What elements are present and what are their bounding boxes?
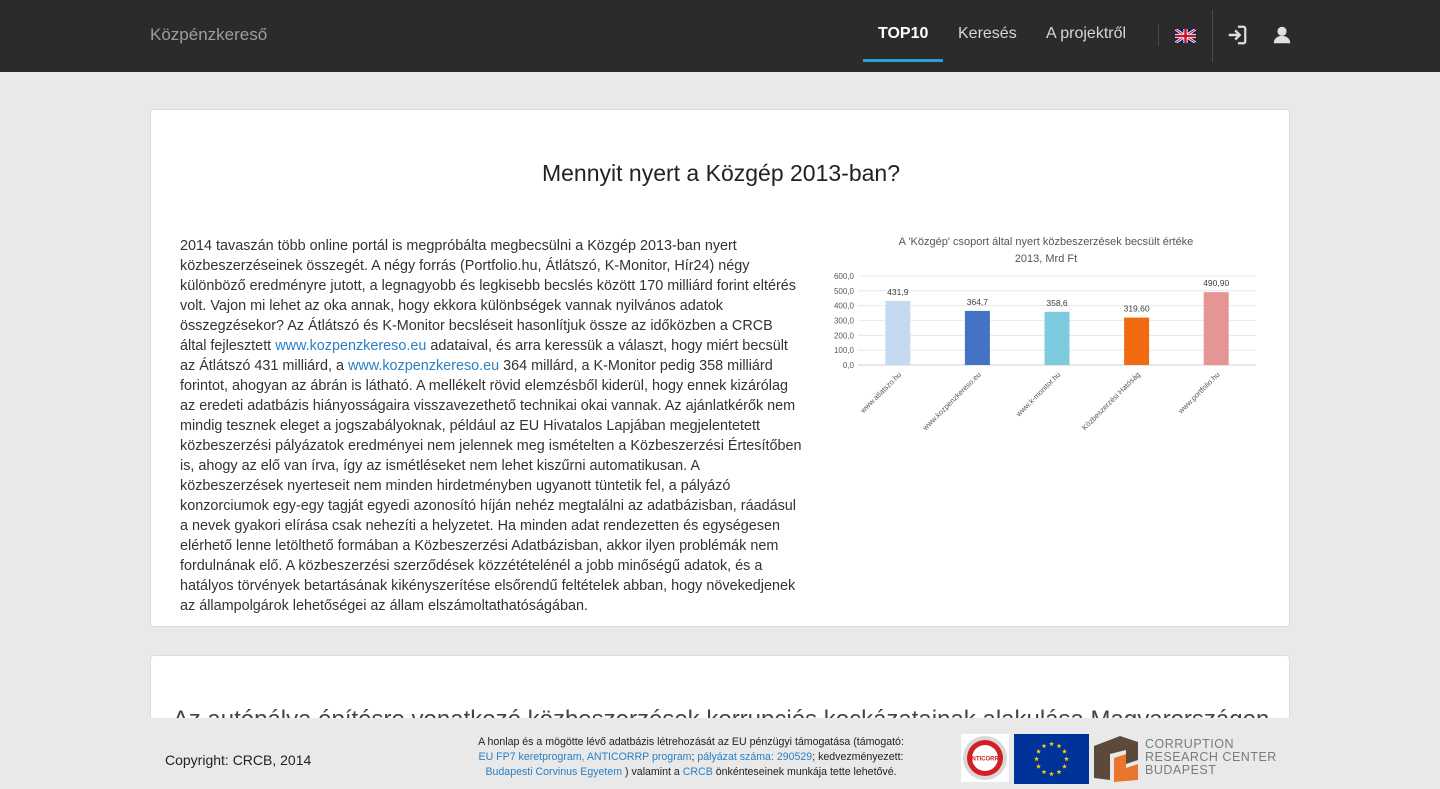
corvinus-link[interactable]: Budapesti Corvinus Egyetem	[485, 766, 622, 778]
brand-link[interactable]: Közpénzkereső	[150, 25, 267, 45]
article-text: 364 millárd, a K-Monitor pedig 358 milli…	[180, 358, 802, 614]
x-category-label: Közbeszerzési Hatóság	[1080, 370, 1142, 432]
nav-divider	[1158, 24, 1159, 46]
bar-data-label: 319,60	[1124, 304, 1150, 314]
y-tick-label: 500,0	[834, 287, 855, 296]
crcb-link[interactable]: CRCB	[683, 766, 713, 778]
chart-bar	[1203, 292, 1229, 365]
bar-data-label: 431,9	[887, 287, 909, 297]
uk-flag-icon[interactable]	[1175, 29, 1196, 43]
funding-text-part: ;	[691, 751, 695, 763]
bar-data-label: 490,90	[1203, 278, 1229, 288]
top-navbar: Közpénzkereső TOP10 Keresés A projektről	[0, 0, 1440, 72]
y-tick-label: 0,0	[843, 361, 855, 370]
bar-data-label: 358,6	[1046, 298, 1068, 308]
funding-text: A honlap és a mögötte lévő adatbázis lét…	[430, 735, 952, 780]
funding-text-part: ; kedvezményezett:	[812, 751, 904, 763]
kozpenzkereso-link[interactable]: www.kozpenzkereso.eu	[275, 338, 426, 354]
nav-search[interactable]: Keresés	[958, 25, 1017, 43]
x-category-label: www.atlatszo.hu	[858, 370, 903, 415]
bar-data-label: 364,7	[967, 297, 989, 307]
chart-bar	[1124, 317, 1150, 365]
anticorrp-logo[interactable]: ANTICORRP	[961, 734, 1009, 782]
kozpenzkereso-link[interactable]: www.kozpenzkereso.eu	[348, 358, 499, 374]
crc-logo-line: BUDAPEST	[1145, 763, 1217, 777]
nav-about[interactable]: A projektről	[1046, 25, 1126, 43]
article-text: 2014 tavaszán több online portál is megp…	[180, 238, 796, 354]
login-icon[interactable]	[1226, 24, 1248, 46]
y-tick-label: 400,0	[834, 302, 855, 311]
active-tab-indicator	[863, 59, 943, 62]
y-tick-label: 600,0	[834, 272, 855, 281]
copyright-text: Copyright: CRCB, 2014	[165, 752, 312, 768]
y-tick-label: 200,0	[834, 331, 855, 340]
grant-link[interactable]: pályázat száma: 290529	[697, 751, 812, 763]
crc-logo-text: CORRUPTION RESEARCH CENTER BUDAPEST	[1145, 738, 1277, 777]
chart-bar	[885, 300, 911, 365]
y-tick-label: 300,0	[834, 317, 855, 326]
funding-text-part: ) valamint a	[625, 766, 680, 778]
funding-text-part: önkénteseinek munkája tette lehetővé.	[715, 766, 897, 778]
x-category-label: www.k-monitor.hu	[1013, 370, 1062, 419]
chart-bar	[1044, 311, 1070, 365]
chart-bar	[964, 310, 990, 365]
x-category-label: www.portfolio.hu	[1176, 370, 1222, 416]
chart-subtitle: 2013, Mrd Ft	[1015, 253, 1077, 265]
eu-flag-logo[interactable]	[1014, 734, 1089, 784]
y-tick-label: 100,0	[834, 346, 855, 355]
chart-title: A 'Közgép' csoport által nyert közbeszer…	[899, 236, 1194, 248]
article-card: Mennyit nyert a Közgép 2013-ban? 2014 ta…	[150, 109, 1290, 627]
x-category-label: www.kozpenzkereso.eu	[920, 370, 983, 433]
nav-top10[interactable]: TOP10	[878, 25, 928, 43]
anticorrp-label: ANTICORRP	[967, 757, 1003, 763]
bar-chart: A 'Közgép' csoport által nyert közbeszer…	[834, 236, 1256, 433]
user-icon[interactable]	[1271, 24, 1293, 46]
funding-text-part: A honlap és a mögötte lévő adatbázis lét…	[478, 736, 904, 748]
fp7-link[interactable]: EU FP7 keretprogram, ANTICORRP program	[479, 751, 692, 763]
article-title: Mennyit nyert a Közgép 2013-ban?	[541, 160, 901, 186]
nav-divider	[1212, 10, 1213, 62]
article-body: 2014 tavaszán több online portál is megp…	[180, 236, 802, 616]
